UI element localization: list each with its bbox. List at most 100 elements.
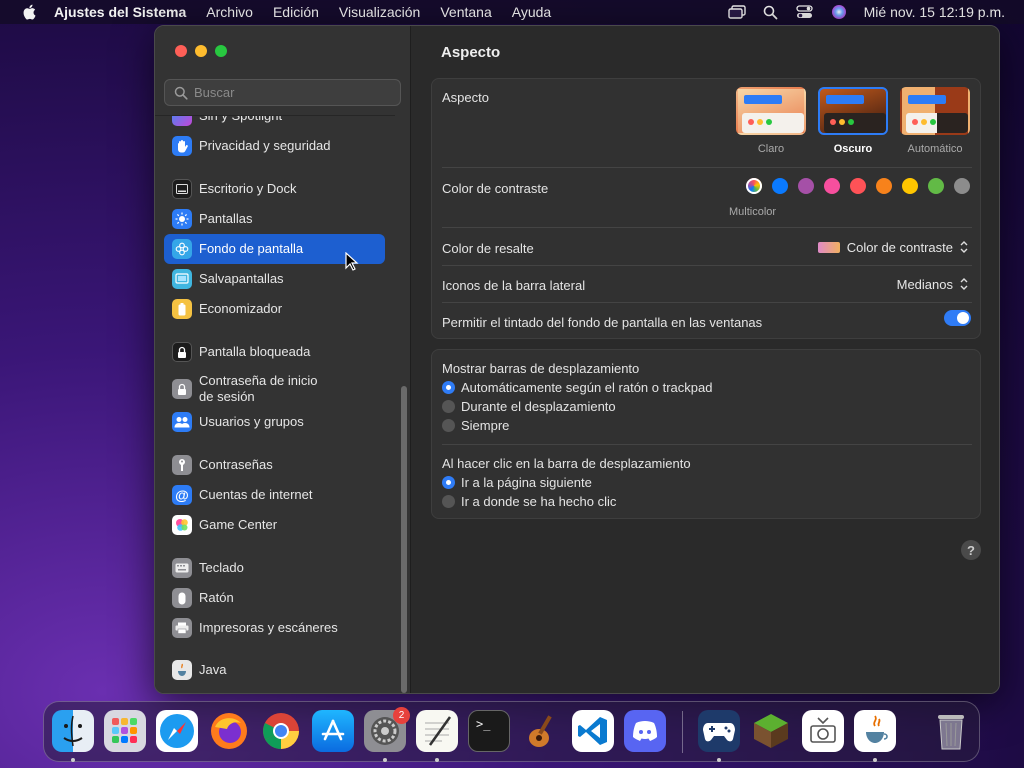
- at-icon: @: [172, 485, 192, 505]
- app-store-icon[interactable]: [312, 710, 354, 752]
- auto-thumbnail[interactable]: [900, 87, 970, 135]
- sidebar-item-game-center[interactable]: Game Center: [164, 510, 385, 540]
- sidebar-item-users-groups[interactable]: Usuarios y grupos: [164, 407, 385, 437]
- launchpad-icon[interactable]: [104, 710, 146, 752]
- control-center-icon[interactable]: [796, 4, 814, 20]
- accent-swatch-yellow[interactable]: [902, 178, 918, 194]
- chrome-icon[interactable]: [260, 710, 302, 752]
- menu-visualizacion[interactable]: Visualización: [339, 4, 420, 20]
- window-controls: [175, 45, 227, 57]
- sidebar-item-internet-accounts[interactable]: @ Cuentas de internet: [164, 480, 385, 510]
- accent-swatch-red[interactable]: [850, 178, 866, 194]
- accent-swatch-multicolor[interactable]: [746, 178, 762, 194]
- apple-logo-icon[interactable]: [18, 4, 40, 20]
- minimize-button[interactable]: [195, 45, 207, 57]
- discord-icon[interactable]: [624, 710, 666, 752]
- sidebar-item-label: Contraseña de inicio de sesión: [199, 373, 318, 404]
- sidebar-item-passwords[interactable]: Contraseñas: [164, 450, 385, 480]
- sidebar-item-label: Privacidad y seguridad: [199, 138, 331, 153]
- light-thumbnail[interactable]: [736, 87, 806, 135]
- chevron-updown-icon: [960, 241, 968, 253]
- radio-scroll-automatic[interactable]: Automáticamente según el ratón o trackpa…: [442, 380, 712, 395]
- sidebar-item-lock-screen[interactable]: Pantalla bloqueada: [164, 337, 385, 367]
- highlight-color-popup[interactable]: Color de contraste: [817, 239, 970, 255]
- radio-button[interactable]: [442, 495, 455, 508]
- appearance-option-dark[interactable]: Oscuro: [818, 87, 888, 155]
- appearance-option-auto[interactable]: Automático: [900, 87, 970, 155]
- dark-thumbnail[interactable]: [818, 87, 888, 135]
- sidebar-item-java[interactable]: Java: [164, 655, 385, 685]
- accent-swatch-orange[interactable]: [876, 178, 892, 194]
- sidebar-item-label: Ratón: [199, 590, 234, 605]
- search-input[interactable]: [194, 85, 394, 100]
- radio-jump-next-page[interactable]: Ir a la página siguiente: [442, 475, 592, 490]
- radio-button[interactable]: [442, 476, 455, 489]
- sidebar-item-desktop-dock[interactable]: Escritorio y Dock: [164, 174, 385, 204]
- close-button[interactable]: [175, 45, 187, 57]
- java-icon: [172, 660, 192, 680]
- radio-button[interactable]: [442, 400, 455, 413]
- sidebar-item-label: Usuarios y grupos: [199, 414, 304, 429]
- textedit-icon[interactable]: [416, 710, 458, 752]
- sidebar-item-privacy[interactable]: Privacidad y seguridad: [164, 131, 385, 161]
- wallpaper-tinting-toggle[interactable]: [944, 310, 971, 326]
- divider: [442, 265, 972, 266]
- appearance-option-label: Automático: [907, 143, 963, 155]
- sidebar: Siri y Spotlight Privacidad y seguridad …: [155, 26, 411, 693]
- radio-jump-clicked-spot[interactable]: Ir a donde se ha hecho clic: [442, 494, 616, 509]
- menu-bar: Ajustes del Sistema Archivo Edición Visu…: [0, 0, 1024, 24]
- accent-swatch-graphite[interactable]: [954, 178, 970, 194]
- menu-archivo[interactable]: Archivo: [206, 4, 253, 20]
- menu-edicion[interactable]: Edición: [273, 4, 319, 20]
- accent-swatch-pink[interactable]: [824, 178, 840, 194]
- menu-ayuda[interactable]: Ayuda: [512, 4, 551, 20]
- radio-label: Siempre: [461, 418, 510, 433]
- battery-icon: [172, 299, 192, 319]
- minecraft-icon[interactable]: [750, 710, 792, 752]
- sidebar-item-siri[interactable]: Siri y Spotlight: [164, 116, 385, 131]
- printer-icon: [172, 618, 192, 638]
- sidebar-icons-popup[interactable]: Medianos: [897, 276, 970, 292]
- zoom-button[interactable]: [215, 45, 227, 57]
- sidebar-item-printers[interactable]: Impresoras y escáneres: [164, 613, 385, 643]
- firefox-icon[interactable]: [208, 710, 250, 752]
- spotlight-search-icon[interactable]: [762, 4, 780, 20]
- appearance-option-label: Claro: [757, 143, 785, 155]
- radio-button[interactable]: [442, 419, 455, 432]
- accent-swatch-green[interactable]: [928, 178, 944, 194]
- siri-icon[interactable]: [830, 4, 848, 20]
- radio-scroll-when-scrolling[interactable]: Durante el desplazamiento: [442, 399, 616, 414]
- accent-swatch-blue[interactable]: [772, 178, 788, 194]
- running-indicator: [71, 758, 75, 762]
- siri-icon: [172, 116, 192, 126]
- menu-app-name[interactable]: Ajustes del Sistema: [54, 4, 186, 20]
- radio-scroll-always[interactable]: Siempre: [442, 418, 509, 433]
- accent-color-swatches: [746, 178, 970, 194]
- sidebar-item-login-password[interactable]: Contraseña de inicio de sesión: [164, 371, 385, 407]
- sidebar-item-mouse[interactable]: Ratón: [164, 583, 385, 613]
- help-button[interactable]: ?: [961, 540, 981, 560]
- sidebar-item-label: Salvapantallas: [199, 271, 284, 286]
- appearance-option-light[interactable]: Claro: [736, 87, 806, 155]
- sidebar-scrollbar[interactable]: [401, 386, 407, 693]
- screen-mirroring-icon[interactable]: [727, 4, 746, 20]
- vscode-icon[interactable]: [572, 710, 614, 752]
- sidebar-item-keyboard[interactable]: Teclado: [164, 553, 385, 583]
- garageband-icon[interactable]: [520, 710, 562, 752]
- accent-swatch-purple[interactable]: [798, 178, 814, 194]
- menu-ventana[interactable]: Ventana: [440, 4, 491, 20]
- steam-link-icon[interactable]: [698, 710, 740, 752]
- search-field[interactable]: [164, 79, 401, 106]
- trash-icon[interactable]: [930, 710, 972, 752]
- finder-icon[interactable]: [52, 710, 94, 752]
- radio-button[interactable]: [442, 381, 455, 394]
- screenshot-icon[interactable]: [802, 710, 844, 752]
- java-app-icon[interactable]: [854, 710, 896, 752]
- terminal-icon[interactable]: >_: [468, 710, 510, 752]
- menu-clock[interactable]: Mié nov. 15 12:19 p.m.: [864, 4, 1005, 20]
- sidebar-item-energy[interactable]: Economizador: [164, 294, 385, 324]
- safari-icon[interactable]: [156, 710, 198, 752]
- sidebar-item-label: Cuentas de internet: [199, 487, 313, 502]
- divider: [442, 444, 972, 445]
- sidebar-item-displays[interactable]: Pantallas: [164, 204, 385, 234]
